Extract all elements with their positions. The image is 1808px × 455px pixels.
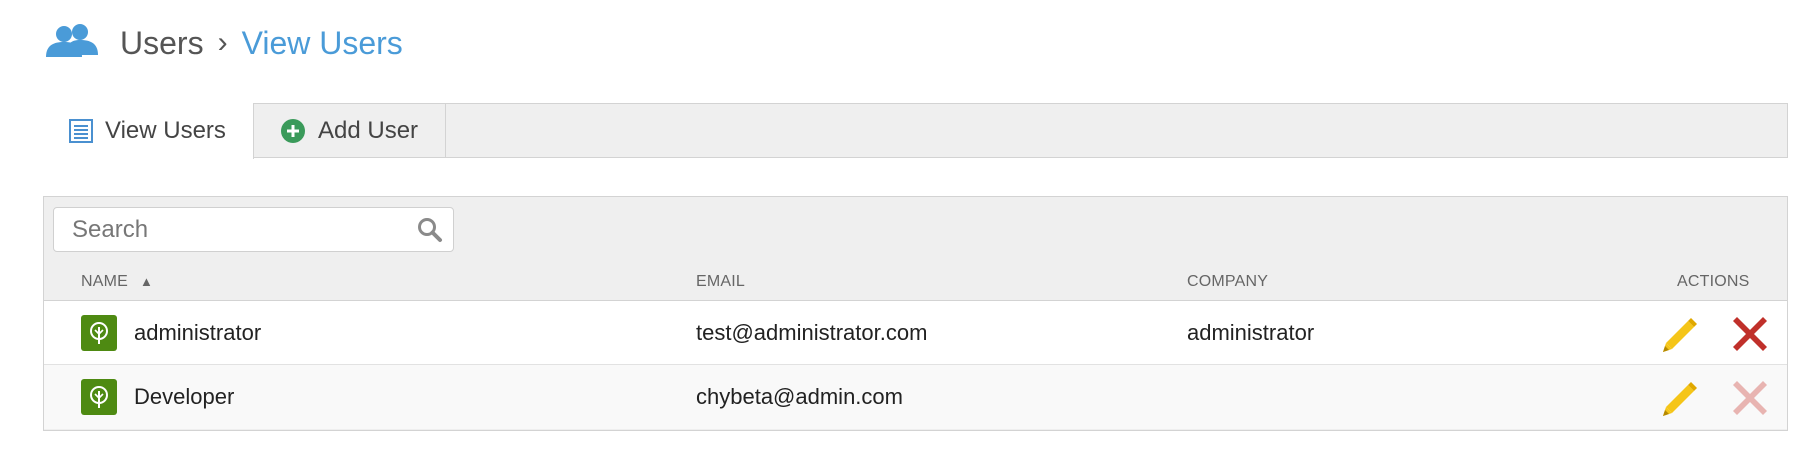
sort-ascending-icon: ▲ [140,274,154,289]
user-avatar-icon [90,322,108,344]
user-email: test@administrator.com [696,320,928,345]
search-box [53,207,454,252]
breadcrumb: Users › View Users [44,18,403,68]
tab-bar: View Users Add User [43,103,1788,159]
delete-x-icon-disabled [1729,377,1771,424]
user-name[interactable]: administrator [134,320,261,346]
search-icon[interactable] [417,217,443,248]
column-header-name[interactable]: NAME ▲ [81,273,153,291]
user-email: chybeta@admin.com [696,384,903,409]
column-header-company[interactable]: COMPANY [1187,273,1268,291]
avatar [81,315,117,351]
tab-view-users[interactable]: View Users [43,103,254,159]
user-name[interactable]: Developer [134,384,234,410]
users-table-panel: NAME ▲ EMAIL COMPANY ACTIONS administrato… [43,196,1788,431]
plus-circle-icon [280,118,306,144]
column-header-name-label: NAME [81,273,129,290]
edit-pencil-icon[interactable] [1658,313,1702,362]
table-row: administrator test@administrator.com adm… [44,301,1787,365]
tab-add-user[interactable]: Add User [254,104,446,157]
user-avatar-icon [90,386,108,408]
tab-view-users-label: View Users [105,117,226,144]
tab-add-user-label: Add User [318,116,419,144]
table-row: Developer chybeta@admin.com [44,365,1787,429]
search-input[interactable] [54,208,404,251]
edit-pencil-icon[interactable] [1658,377,1702,426]
avatar [81,379,117,415]
delete-x-icon[interactable] [1729,313,1771,360]
column-header-actions: ACTIONS [1677,273,1750,290]
users-icon [46,24,98,57]
list-icon [69,119,93,143]
table-body: administrator test@administrator.com adm… [44,300,1787,429]
column-header-email[interactable]: EMAIL [696,273,745,291]
breadcrumb-users-link[interactable]: Users [120,25,204,62]
page-title: View Users [241,24,403,61]
breadcrumb-separator: › [217,26,228,59]
user-company: administrator [1187,320,1315,345]
